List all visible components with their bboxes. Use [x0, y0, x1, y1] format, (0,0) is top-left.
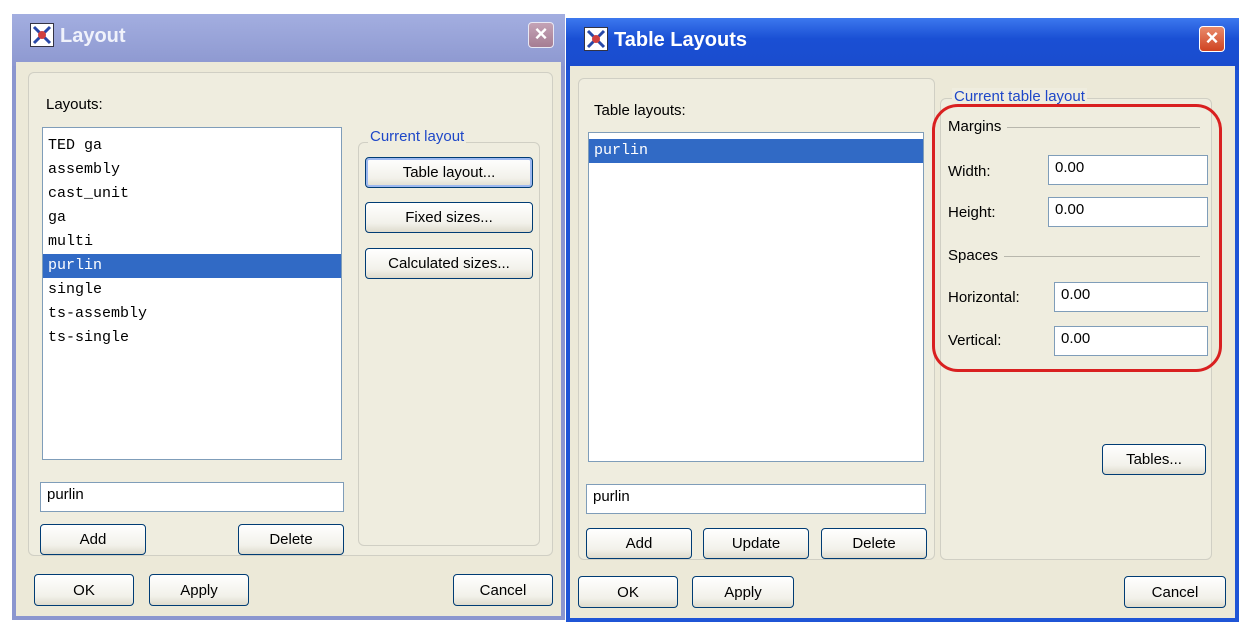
app-icon: [584, 27, 608, 51]
layout-name-input[interactable]: purlin: [40, 482, 344, 512]
list-item[interactable]: ts-assembly: [43, 302, 341, 326]
delete-button[interactable]: Delete: [821, 528, 927, 559]
cancel-button[interactable]: Cancel: [453, 574, 553, 606]
list-item[interactable]: assembly: [43, 158, 341, 182]
table-layouts-titlebar[interactable]: Table Layouts ×: [566, 18, 1239, 70]
apply-button[interactable]: Apply: [692, 576, 794, 608]
list-item[interactable]: multi: [43, 230, 341, 254]
table-layouts-dialog: Table Layouts × Table layouts: purlin Cu…: [566, 18, 1239, 622]
list-item[interactable]: ga: [43, 206, 341, 230]
table-layout-button[interactable]: Table layout...: [365, 157, 533, 188]
table-layout-name-input[interactable]: purlin: [586, 484, 926, 514]
layout-title: Layout: [60, 25, 126, 47]
list-item[interactable]: TED ga: [43, 134, 341, 158]
update-button[interactable]: Update: [703, 528, 809, 559]
ok-button[interactable]: OK: [34, 574, 134, 606]
layout-titlebar[interactable]: Layout ×: [12, 14, 565, 66]
ok-button[interactable]: OK: [578, 576, 678, 608]
close-icon[interactable]: ×: [1199, 26, 1225, 52]
table-layouts-label: Table layouts:: [594, 102, 686, 119]
cancel-button[interactable]: Cancel: [1124, 576, 1226, 608]
table-layouts-list[interactable]: purlin: [588, 132, 924, 462]
layouts-label: Layouts:: [46, 96, 103, 113]
table-layouts-title: Table Layouts: [614, 29, 747, 51]
tables-button[interactable]: Tables...: [1102, 444, 1206, 475]
current-layout-group-label: Current layout: [368, 128, 467, 145]
list-item-selected[interactable]: purlin: [43, 254, 341, 278]
add-button[interactable]: Add: [40, 524, 146, 555]
annotation-highlight: [932, 104, 1222, 372]
list-item-selected[interactable]: purlin: [589, 139, 923, 163]
app-icon: [30, 23, 54, 47]
layouts-list[interactable]: TED ga assembly cast_unit ga multi purli…: [42, 127, 342, 460]
list-item[interactable]: cast_unit: [43, 182, 341, 206]
apply-button[interactable]: Apply: [149, 574, 249, 606]
current-table-layout-group-label: Current table layout: [952, 88, 1087, 105]
add-button[interactable]: Add: [586, 528, 692, 559]
delete-button[interactable]: Delete: [238, 524, 344, 555]
layout-client: Layouts: TED ga assembly cast_unit ga mu…: [16, 62, 561, 616]
list-item[interactable]: single: [43, 278, 341, 302]
fixed-sizes-button[interactable]: Fixed sizes...: [365, 202, 533, 233]
calculated-sizes-button[interactable]: Calculated sizes...: [365, 248, 533, 279]
table-layouts-client: Table layouts: purlin Current table layo…: [570, 66, 1235, 618]
layout-dialog: Layout × Layouts: TED ga assembly cast_u…: [12, 14, 565, 620]
close-icon[interactable]: ×: [528, 22, 554, 48]
list-item[interactable]: ts-single: [43, 326, 341, 350]
